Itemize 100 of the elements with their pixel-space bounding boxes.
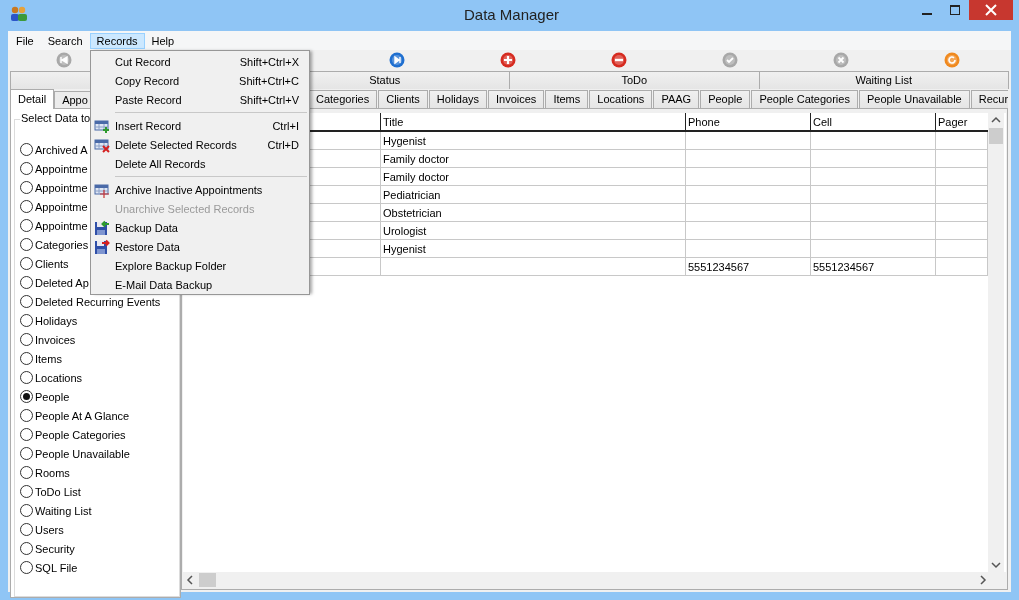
radio-button[interactable] [20,162,33,175]
plus-icon[interactable] [500,52,516,68]
radio-label[interactable]: Appointme [35,219,88,232]
radio-button[interactable] [20,447,33,460]
table-cell [935,257,988,276]
menu-item[interactable]: Delete All Records [91,154,309,173]
radio-button[interactable] [20,333,33,346]
radio-button[interactable] [20,238,33,251]
tab[interactable]: Categories [308,90,378,108]
radio-button[interactable] [20,485,33,498]
menu-item[interactable]: Search [40,32,90,49]
table-cell: Urologist [380,221,686,240]
radio-label[interactable]: ToDo List [35,485,81,498]
radio-label[interactable]: Security [35,542,75,555]
scroll-thumb[interactable] [199,573,216,587]
menu-item[interactable]: Delete Selected Records Ctrl+D [91,135,309,154]
tab[interactable]: ToDo [509,71,760,89]
group-label: Select Data to [20,112,92,124]
tab[interactable]: Invoices [488,90,545,108]
radio-button[interactable] [20,371,33,384]
table-cell: 5551234567 [810,257,936,276]
tab[interactable]: Holidays [428,90,487,108]
radio-label[interactable]: People [35,390,70,403]
play-icon[interactable] [388,52,405,68]
table-cell [935,149,988,168]
radio-label[interactable]: Appointme [35,200,88,213]
radio-button[interactable] [20,466,33,479]
column-header[interactable]: Phone [685,113,811,131]
radio-label[interactable]: Appointme [35,181,88,194]
radio-button[interactable] [20,390,33,403]
tab[interactable]: Detail [10,89,55,109]
radio-button[interactable] [20,295,33,308]
radio-button[interactable] [20,181,33,194]
radio-button[interactable] [20,428,33,441]
radio-label[interactable]: Invoices [35,333,76,346]
radio-button[interactable] [20,143,33,156]
radio-label[interactable]: People Unavailable [35,447,130,460]
close-button[interactable] [969,0,1013,20]
radio-button[interactable] [20,200,33,213]
radio-button[interactable] [20,276,33,289]
tab[interactable]: Recur [970,90,1008,108]
table-cell: 5551234567 [685,257,811,276]
radio-label[interactable]: Appointme [35,162,88,175]
radio-button[interactable] [20,542,33,555]
radio-label[interactable]: Categories [35,238,89,251]
radio-label[interactable]: SQL File [35,561,78,574]
menu-item[interactable]: Archive Inactive Appointments [91,180,309,199]
radio-button[interactable] [20,352,33,365]
menu-item[interactable]: Records [89,32,145,49]
radio-label[interactable]: Deleted Ap [35,276,89,289]
minimize-icon [922,12,932,15]
tab[interactable]: People [700,90,751,108]
tab[interactable]: Locations [589,90,653,108]
menu-item[interactable]: Help [144,32,182,49]
radio-label[interactable]: Locations [35,371,83,384]
scroll-thumb[interactable] [989,128,1003,144]
table-cell: Hygenist [380,239,686,258]
table-cell [935,167,988,186]
radio-button[interactable] [20,523,33,536]
radio-label[interactable]: Deleted Recurring Events [35,295,161,308]
column-header[interactable]: Pager [935,113,988,131]
column-header[interactable]: Title [380,113,686,131]
radio-label[interactable]: Archived A [35,143,88,156]
menu-item[interactable]: Insert Record Ctrl+I [91,116,309,135]
radio-button[interactable] [20,409,33,422]
table-cell [935,203,988,222]
menu-item[interactable]: Cut Record Shift+Ctrl+X [91,52,309,71]
radio-label[interactable]: Items [35,352,62,365]
radio-button[interactable] [20,219,33,232]
radio-label[interactable]: Holidays [35,314,78,327]
minus-icon[interactable] [611,52,628,68]
maximize-icon [950,5,960,15]
menu-item[interactable]: File [9,32,41,49]
radio-button[interactable] [20,257,33,270]
radio-button[interactable] [20,561,33,574]
table-cell [935,221,988,240]
radio-label[interactable]: Rooms [35,466,70,479]
menu-item[interactable]: E-Mail Data Backup [91,275,309,294]
table-cell [935,131,988,150]
column-header[interactable]: Cell [810,113,936,131]
radio-label[interactable]: Clients [35,257,69,270]
radio-label[interactable]: Waiting List [35,504,92,517]
table-cell: Family doctor [380,149,686,168]
tab[interactable]: People Unavailable [858,90,970,108]
menu-item[interactable]: Explore Backup Folder [91,256,309,275]
tab[interactable]: People Categories [751,90,858,108]
radio-button[interactable] [20,504,33,517]
menu-item[interactable]: Backup Data [91,218,309,237]
radio-label[interactable]: Users [35,523,64,536]
table-cell: Hygenist [380,131,686,150]
radio-label[interactable]: People Categories [35,428,126,441]
menu-item[interactable]: Restore Data [91,237,309,256]
tab[interactable]: PAAG [653,90,700,108]
radio-label[interactable]: People At A Glance [35,409,130,422]
tab[interactable]: Clients [378,90,428,108]
tab[interactable]: Waiting List [758,71,1009,89]
tab[interactable]: Items [545,90,589,108]
radio-button[interactable] [20,314,33,327]
table-cell: Family doctor [380,167,686,186]
refresh-icon[interactable] [944,52,961,68]
